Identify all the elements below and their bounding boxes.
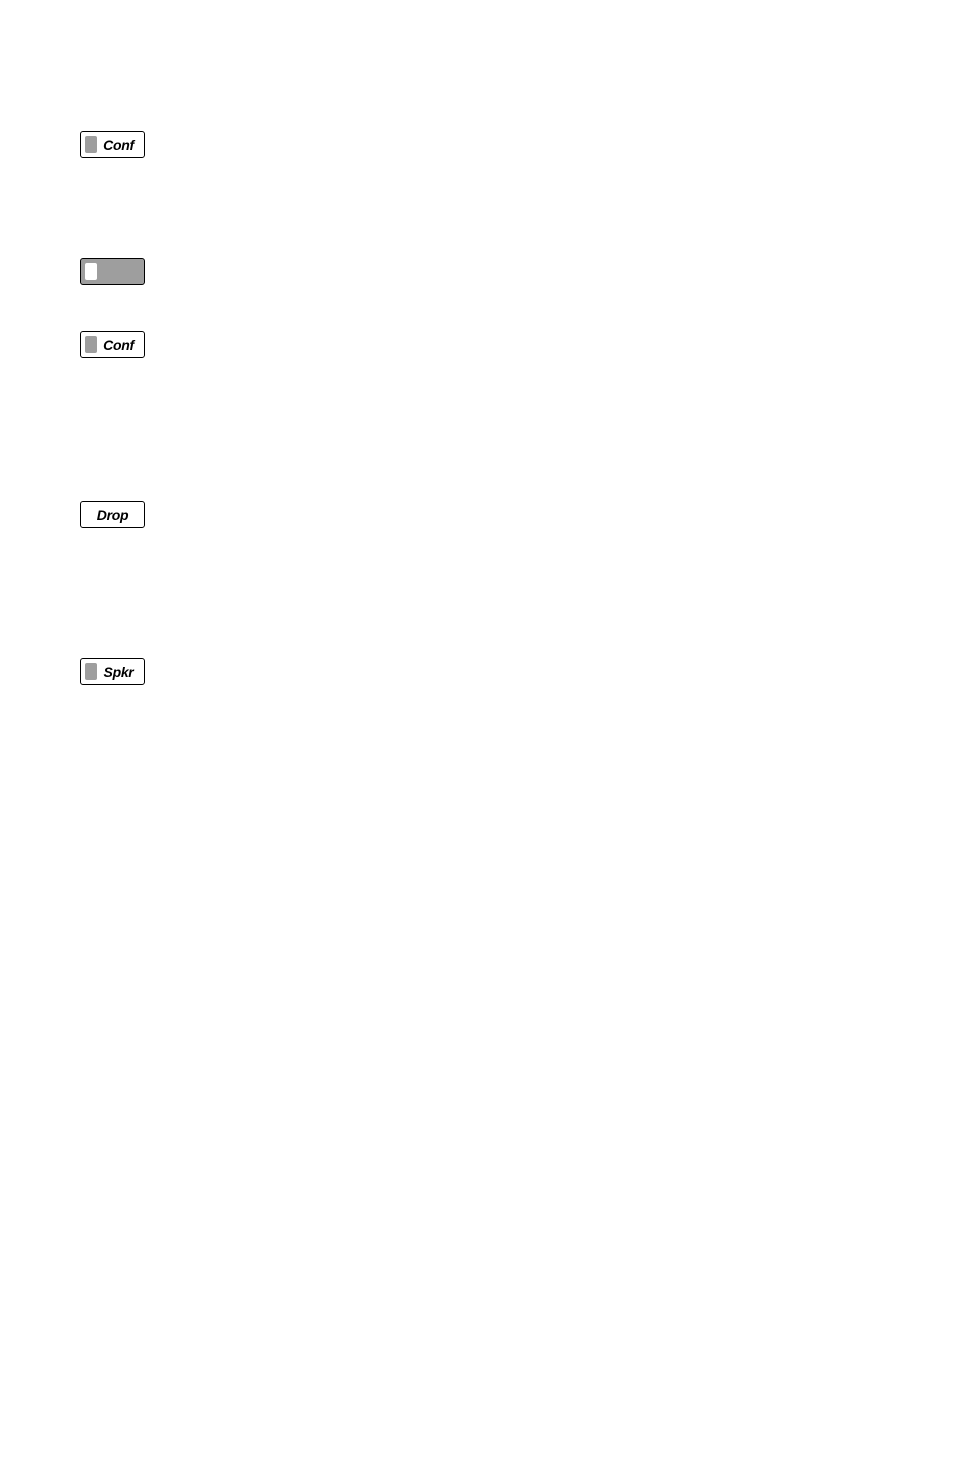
conf-button-1[interactable]: Conf [80,131,145,158]
led-indicator-icon [85,336,97,353]
line-button[interactable] [80,258,145,285]
button-label: Conf [97,137,144,153]
button-label: Spkr [97,664,144,680]
drop-button[interactable]: Drop [80,501,145,528]
led-indicator-icon [85,136,97,153]
conf-button-2[interactable]: Conf [80,331,145,358]
led-indicator-icon [85,663,97,680]
led-indicator-icon [85,263,97,280]
speaker-button[interactable]: Spkr [80,658,145,685]
button-label: Conf [97,337,144,353]
document-page: Conf Conf Drop Spkr [0,0,954,1475]
button-label: Drop [81,507,144,523]
